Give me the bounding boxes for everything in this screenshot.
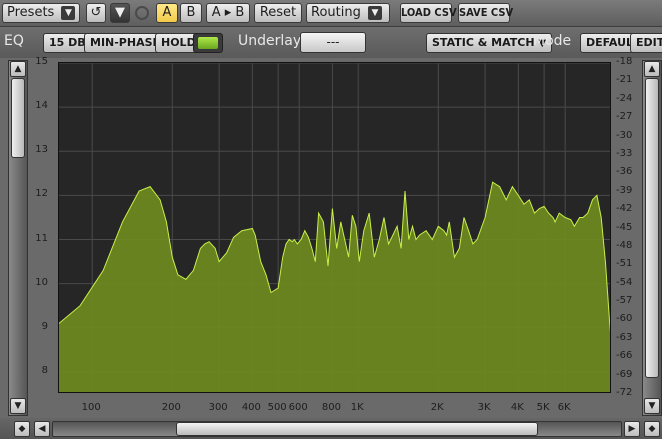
chevron-down-icon: ▼ — [61, 5, 76, 20]
load-csv-button[interactable]: LOAD CSV — [400, 3, 457, 23]
routing-button[interactable]: Routing ▼ — [306, 3, 390, 23]
min-phase-button[interactable]: MIN-PHASE — [84, 33, 167, 53]
x-tick-label: 5K — [536, 402, 550, 413]
save-csv-button[interactable]: SAVE CSV — [458, 3, 513, 23]
ab-b-button[interactable]: B — [180, 3, 202, 23]
ab-a-button[interactable]: A — [156, 3, 178, 23]
x-tick-label: 1K — [350, 402, 364, 413]
right-tick-label: -69 — [616, 368, 633, 380]
right-tick-label: -24 — [616, 92, 633, 104]
edit-button[interactable]: EDIT — [630, 33, 662, 53]
presets-button[interactable]: Presets ▼ — [2, 3, 81, 23]
right-tick-label: -57 — [616, 295, 633, 307]
routing-label: Routing — [311, 5, 361, 20]
right-tick-label: -54 — [616, 276, 633, 288]
underlay-label: Underlay — [238, 33, 302, 49]
x-tick-label: 200 — [161, 402, 181, 413]
spectrum-area — [59, 182, 610, 392]
power-icon[interactable] — [135, 6, 149, 20]
x-tick-label: 300 — [208, 402, 228, 413]
copy-a-to-b-button[interactable]: A ▸ B — [206, 3, 250, 23]
scroll-up-icon[interactable]: ▲ — [10, 61, 26, 77]
spectrum-plot[interactable] — [58, 62, 611, 393]
right-tick-label: -42 — [616, 203, 633, 215]
chevron-down-icon: ▼ — [367, 5, 382, 20]
x-tick-label: 400 — [241, 402, 261, 413]
y-tick-label: 11 — [35, 232, 48, 244]
right-tick-label: -63 — [616, 331, 633, 343]
x-tick-label: 500 — [267, 402, 287, 413]
menu-down-icon[interactable]: ▼ — [110, 3, 130, 23]
right-tick-label: -51 — [616, 258, 633, 270]
right-tick-label: -27 — [616, 111, 633, 123]
right-tick-label: -39 — [616, 184, 633, 196]
x-tick-label: 2K — [430, 402, 444, 413]
right-tick-label: -48 — [616, 239, 633, 251]
left-scroll-thumb[interactable] — [11, 78, 25, 158]
diamond-icon[interactable]: ◆ — [14, 421, 30, 437]
y-tick-label: 12 — [35, 188, 48, 200]
y-tick-label: 9 — [41, 320, 48, 332]
right-tick-label: -33 — [616, 147, 633, 159]
x-tick-label: 4K — [510, 402, 524, 413]
y-tick-label: 10 — [35, 276, 48, 288]
y-tick-label: 15 — [35, 56, 48, 67]
presets-label: Presets — [7, 5, 55, 20]
x-tick-label: 600 — [288, 402, 308, 413]
scroll-down-icon[interactable]: ▼ — [10, 398, 26, 414]
y-tick-label: 13 — [35, 144, 48, 156]
horizontal-scroll-thumb[interactable] — [176, 422, 538, 436]
right-tick-label: -36 — [616, 166, 633, 178]
scroll-left-icon[interactable]: ◀ — [34, 421, 50, 437]
right-tick-label: -18 — [616, 56, 633, 67]
x-tick-label: 100 — [81, 402, 101, 413]
diamond-icon[interactable]: ◆ — [644, 421, 660, 437]
right-tick-label: -66 — [616, 350, 633, 362]
section-title: EQ — [4, 33, 24, 49]
scroll-right-icon[interactable]: ▶ — [624, 421, 640, 437]
y-tick-label: 14 — [35, 100, 48, 112]
right-tick-label: -72 — [616, 387, 633, 398]
right-tick-label: -60 — [616, 313, 633, 325]
mode-label: Mode — [533, 33, 572, 49]
underlay-select[interactable]: --- — [300, 32, 366, 53]
right-tick-label: -45 — [616, 221, 633, 233]
hold-toggle[interactable] — [193, 33, 223, 53]
scroll-down-icon[interactable]: ▼ — [644, 398, 660, 414]
scroll-up-icon[interactable]: ▲ — [644, 61, 660, 77]
right-scroll-thumb[interactable] — [645, 78, 659, 378]
static-match-label: STATIC & MATCH — [432, 36, 535, 49]
x-tick-label: 6K — [557, 402, 571, 413]
y-tick-label: 8 — [41, 364, 48, 376]
spectrum-chart — [59, 63, 610, 392]
undo-icon[interactable]: ↺ — [86, 3, 106, 23]
right-tick-label: -21 — [616, 74, 633, 86]
right-tick-label: -30 — [616, 129, 633, 141]
x-tick-label: 3K — [477, 402, 491, 413]
x-tick-label: 800 — [321, 402, 341, 413]
reset-button[interactable]: Reset — [254, 3, 302, 23]
